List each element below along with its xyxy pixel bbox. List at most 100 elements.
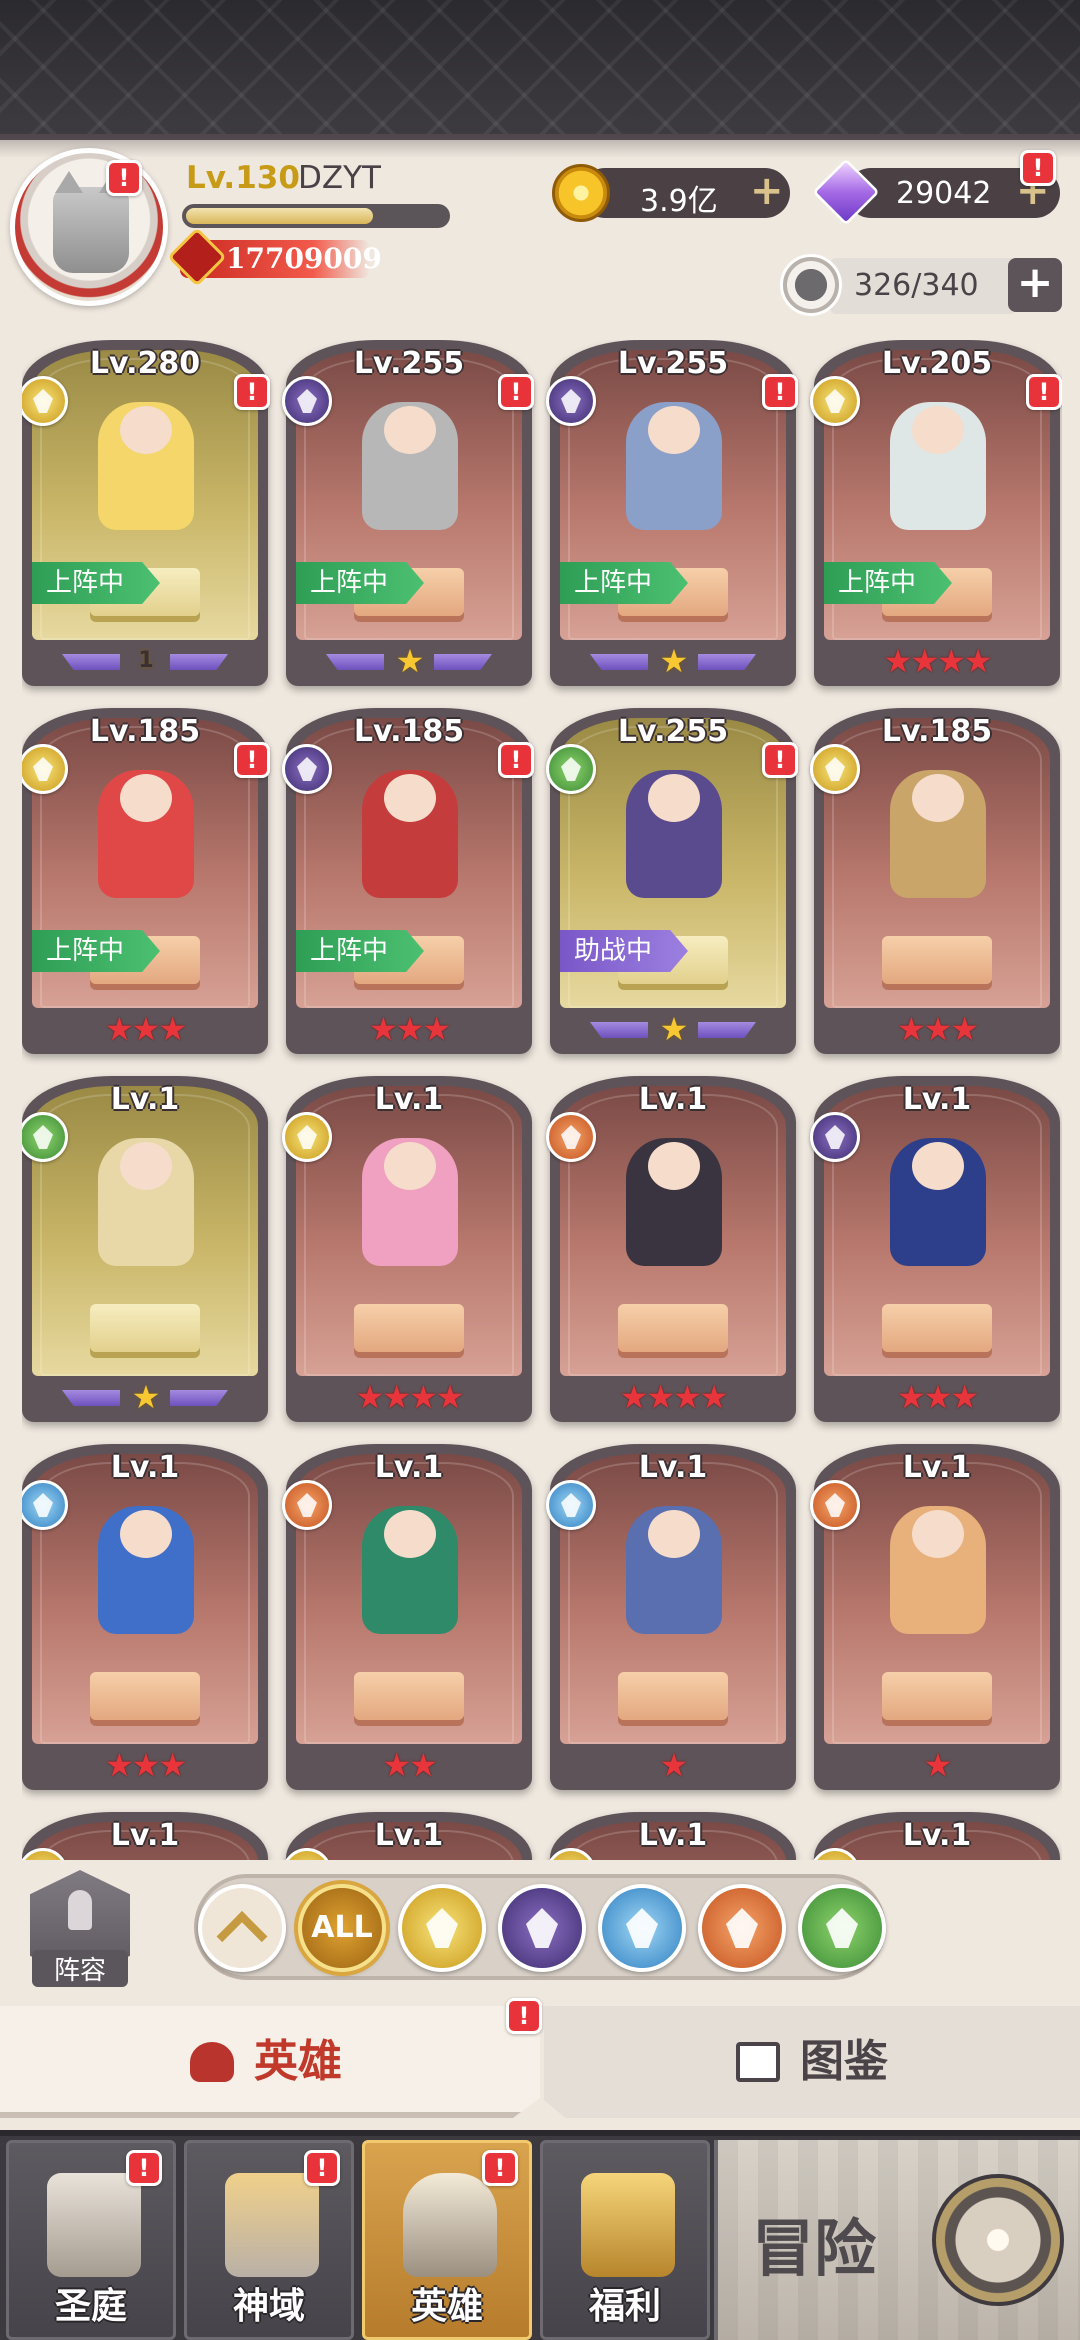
dark-faction-icon	[810, 1112, 860, 1162]
tab-gallery[interactable]: 图鉴	[544, 2006, 1080, 2118]
power-value: 17709009	[226, 242, 382, 275]
hero-portrait	[362, 1506, 458, 1634]
chevron-up-icon	[216, 1911, 268, 1962]
hero-portrait	[98, 1138, 194, 1266]
filter-light-faction-icon[interactable]	[398, 1884, 486, 1972]
hero-card[interactable]: Lv.255! 助战中 ★	[546, 708, 798, 1054]
nav-adventure-label: 冒险	[752, 2212, 877, 2285]
hero-card[interactable]: Lv.1 ★	[546, 1444, 796, 1790]
hero-star-rating: ★★★	[104, 1746, 187, 1784]
hero-card[interactable]: Lv.205! 上阵中 ★★★★	[810, 340, 1062, 686]
hero-portrait	[362, 770, 458, 898]
hero-level: Lv.1	[110, 1818, 180, 1853]
hero-alert-badge: !	[498, 374, 534, 410]
hero-card[interactable]: Lv.1 ★	[810, 1444, 1060, 1790]
filter-dark-faction-icon[interactable]	[498, 1884, 586, 1972]
hero-pedestal	[90, 1672, 200, 1720]
hero-card[interactable]: Lv.255! 上阵中 ★	[282, 340, 534, 686]
hero-star-rating: ★★★★	[355, 1378, 465, 1416]
tab-heroes[interactable]: 英雄	[0, 2006, 540, 2118]
hero-card[interactable]: Lv.185! 上阵中 ★★★	[22, 708, 270, 1054]
hero-star-rating: ★★★	[896, 1378, 979, 1416]
hero-card[interactable]: Lv.1 ★	[22, 1076, 268, 1422]
hero-level: Lv.1	[902, 1082, 972, 1117]
filter-beast-faction-icon[interactable]	[698, 1884, 786, 1972]
hero-card[interactable]: Lv.1	[546, 1812, 796, 1860]
gem-alert-badge: !	[1020, 150, 1056, 186]
castle-icon	[47, 2173, 141, 2277]
hero-card[interactable]: Lv.1 ★★★★	[546, 1076, 796, 1422]
light-faction-icon	[282, 1112, 332, 1162]
hero-capacity-value: 326/340	[854, 268, 979, 303]
light-faction-icon	[810, 376, 860, 426]
hero-level: Lv.1	[638, 1450, 708, 1485]
nav-welfare[interactable]: 福利	[540, 2140, 710, 2340]
hero-portrait	[626, 770, 722, 898]
hero-star-rating: ★★★	[368, 1010, 451, 1048]
hero-pedestal	[882, 936, 992, 984]
hero-portrait	[362, 402, 458, 530]
hero-alert-badge: !	[234, 742, 270, 778]
hero-level: Lv.1	[902, 1450, 972, 1485]
hero-portrait	[98, 402, 194, 530]
hero-portrait	[626, 1506, 722, 1634]
hero-star-rating: ★★	[382, 1746, 437, 1784]
gold-value: 3.9亿	[640, 184, 718, 219]
hero-card[interactable]: Lv.1 ★★	[282, 1444, 532, 1790]
gold-coin-icon	[552, 164, 610, 222]
hero-card[interactable]: Lv.1 ★★★★	[282, 1076, 532, 1422]
hero-card[interactable]: Lv.185 ★★★	[810, 708, 1060, 1054]
hero-card[interactable]: Lv.1 ★★★	[22, 1444, 268, 1790]
dark-faction-icon	[282, 376, 332, 426]
filter-nature-faction-icon[interactable]	[798, 1884, 886, 1972]
hero-pedestal	[618, 1304, 728, 1352]
beast-faction-icon	[810, 1480, 860, 1530]
nav-adventure[interactable]: 冒险	[714, 2140, 1080, 2340]
hero-card[interactable]: Lv.1	[22, 1812, 268, 1860]
light-faction-icon	[810, 744, 860, 794]
hero-pedestal	[354, 1672, 464, 1720]
top-decor-banner	[0, 0, 1080, 158]
hero-portrait	[98, 770, 194, 898]
player-avatar[interactable]	[10, 148, 168, 306]
hero-level: Lv.1	[638, 1818, 708, 1853]
filter-holy-faction-icon[interactable]	[598, 1884, 686, 1972]
hero-level: Lv.280	[89, 346, 201, 381]
gold-counter: 3.9亿 +	[580, 168, 790, 219]
hero-level: Lv.1	[374, 1818, 444, 1853]
hero-alert-badge: !	[762, 374, 798, 410]
hero-card[interactable]: Lv.185! 上阵中 ★★★	[282, 708, 534, 1054]
avatar-alert-badge: !	[106, 160, 142, 196]
hero-alert-badge: !	[1026, 374, 1062, 410]
hero-card[interactable]: Lv.255! 上阵中 ★	[546, 340, 798, 686]
hero-card[interactable]: Lv.1 ★★★	[810, 1076, 1060, 1422]
filter-all-button[interactable]: ALL	[298, 1884, 386, 1972]
hero-card[interactable]: Lv.1	[282, 1812, 532, 1860]
hero-card[interactable]: Lv.1	[810, 1812, 1060, 1860]
lineup-label[interactable]: 阵容	[32, 1950, 128, 1987]
hero-star-rating: ★	[659, 1746, 689, 1784]
hero-portrait	[362, 1138, 458, 1266]
capacity-add-button[interactable]: +	[1008, 258, 1062, 312]
gem-value: 29042	[896, 176, 992, 211]
player-level: Lv.130	[186, 160, 300, 196]
nav-welfare-label: 福利	[588, 2286, 661, 2327]
hero-pedestal	[618, 1672, 728, 1720]
pawn-icon	[68, 1890, 92, 1930]
hero-portrait	[890, 402, 986, 530]
hero-level: Lv.255	[617, 346, 729, 381]
crystal-altar-icon	[225, 2173, 319, 2277]
hero-star-rating: ★	[32, 1378, 258, 1418]
exp-bar	[182, 204, 450, 228]
hero-star-rating: ★★★	[104, 1010, 187, 1048]
hero-status-tag: 助战中	[560, 930, 688, 972]
filter-collapse-button[interactable]	[198, 1884, 286, 1972]
gold-add-button[interactable]: +	[750, 168, 784, 214]
beast-faction-icon	[546, 1112, 596, 1162]
hero-star-rating: ★	[560, 642, 786, 682]
hero-card[interactable]: Lv.280! 上阵中 1	[22, 340, 270, 686]
hero-pedestal	[882, 1304, 992, 1352]
hero-status-tag: 上阵中	[560, 562, 688, 604]
hero-level: Lv.1	[374, 1450, 444, 1485]
hero-pedestal	[354, 1304, 464, 1352]
